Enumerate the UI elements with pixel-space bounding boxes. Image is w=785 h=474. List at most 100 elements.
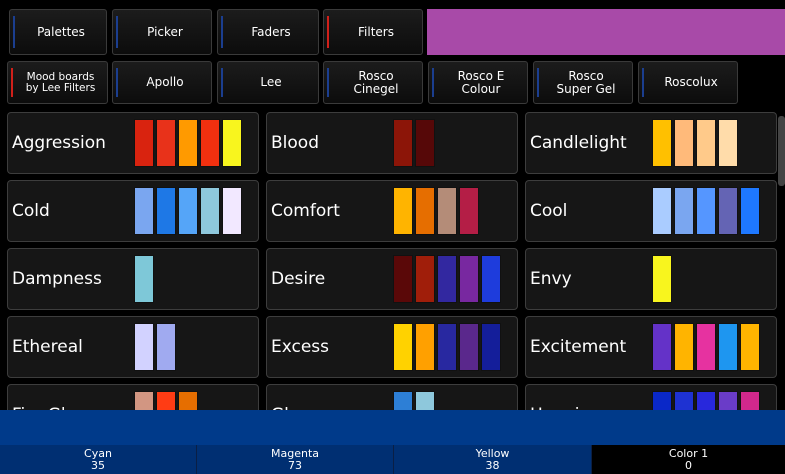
color-swatch: [178, 391, 198, 410]
mood-cell-comfort[interactable]: Comfort: [266, 180, 518, 242]
color-swatch: [740, 391, 760, 410]
tab-indicator: [116, 68, 118, 97]
status-value: 38: [485, 459, 500, 472]
mood-name: Aggression: [12, 133, 106, 153]
mood-cell-desire[interactable]: Desire: [266, 248, 518, 310]
mood-cell-cool[interactable]: Cool: [525, 180, 777, 242]
mood-cell-envy[interactable]: Envy: [525, 248, 777, 310]
tab-label: Palettes: [37, 24, 85, 39]
tab-label: Lee: [260, 75, 282, 89]
grid-scrollbar[interactable]: [778, 116, 785, 186]
color-swatch: [696, 323, 716, 371]
mood-cell-excess[interactable]: Excess: [266, 316, 518, 378]
color-swatch: [415, 187, 435, 235]
filter-tab-apollo[interactable]: Apollo: [112, 61, 212, 104]
color-swatch: [652, 119, 672, 167]
tab-faders[interactable]: Faders: [217, 9, 319, 55]
color-swatch: [222, 119, 242, 167]
mood-cell-candlelight[interactable]: Candlelight: [525, 112, 777, 174]
color-swatch: [393, 391, 413, 410]
color-swatch: [134, 119, 154, 167]
mood-name: Dampness: [12, 269, 102, 289]
color-swatch: [481, 323, 501, 371]
color-swatch: [718, 119, 738, 167]
tab-label: Faders: [251, 24, 291, 39]
color-swatch: [156, 391, 176, 410]
color-swatch: [459, 255, 479, 303]
filter-tab-rosco-e-colour[interactable]: Rosco E Colour: [428, 61, 528, 104]
filter-tab-mood-boards[interactable]: Mood boards by Lee Filters: [7, 61, 108, 104]
mood-name: Blood: [271, 133, 319, 153]
color-swatch: [415, 391, 435, 410]
tab-label: Filters: [358, 24, 394, 39]
color-swatch: [652, 391, 672, 410]
color-swatch: [415, 119, 435, 167]
filter-tab-rosco-super-gel[interactable]: Rosco Super Gel: [533, 61, 633, 104]
color-swatch: [178, 119, 198, 167]
mood-cell-cold[interactable]: Cold: [7, 180, 259, 242]
tab-label: Roscolux: [664, 75, 718, 89]
color-swatch: [459, 187, 479, 235]
mood-cell-aggression[interactable]: Aggression: [7, 112, 259, 174]
color-swatch: [674, 323, 694, 371]
mood-name: Envy: [530, 269, 572, 289]
status-value: 0: [685, 459, 692, 472]
tab-indicator: [327, 68, 329, 97]
color-swatch: [674, 187, 694, 235]
mood-cell-happiness[interactable]: Happiness: [525, 384, 777, 410]
mood-name: Cold: [12, 201, 50, 221]
tab-label: Picker: [147, 24, 183, 39]
tab-indicator: [116, 16, 118, 48]
filter-tab-rosco-cinegel[interactable]: Rosco Cinegel: [323, 61, 423, 104]
status-magenta[interactable]: Magenta 73: [197, 445, 394, 474]
status-color-1[interactable]: Color 1 0: [592, 445, 785, 474]
tab-label: Rosco Cinegel: [353, 68, 399, 96]
color-swatch: [437, 255, 457, 303]
tab-palettes[interactable]: Palettes: [9, 9, 107, 55]
status-cyan[interactable]: Cyan 35: [0, 445, 197, 474]
tab-label: Mood boards by Lee Filters: [25, 70, 96, 94]
color-swatch: [696, 119, 716, 167]
mood-cell-gloom[interactable]: Gloom: [266, 384, 518, 410]
filter-tab-roscolux[interactable]: Roscolux: [638, 61, 738, 104]
color-swatch: [134, 187, 154, 235]
color-swatch: [718, 323, 738, 371]
color-swatch: [437, 323, 457, 371]
tab-picker[interactable]: Picker: [112, 9, 212, 55]
tab-indicator: [432, 68, 434, 97]
color-swatch: [393, 119, 413, 167]
mood-cell-excitement[interactable]: Excitement: [525, 316, 777, 378]
status-yellow[interactable]: Yellow 38: [394, 445, 592, 474]
color-swatch: [393, 323, 413, 371]
mood-cell-fire-glow[interactable]: Fire Glow: [7, 384, 259, 410]
color-swatch: [393, 255, 413, 303]
color-swatch: [740, 187, 760, 235]
mood-cell-ethereal[interactable]: Ethereal: [7, 316, 259, 378]
color-swatch: [674, 391, 694, 410]
status-value: 73: [288, 459, 302, 472]
tab-label: Rosco E Colour: [457, 68, 505, 96]
color-swatch: [222, 187, 242, 235]
mood-cell-blood[interactable]: Blood: [266, 112, 518, 174]
tab-indicator: [221, 16, 223, 48]
mood-name: Candlelight: [530, 133, 627, 153]
color-swatch: [696, 391, 716, 410]
color-swatch: [481, 255, 501, 303]
color-swatch: [134, 391, 154, 410]
color-swatch: [156, 187, 176, 235]
filter-tab-lee[interactable]: Lee: [217, 61, 319, 104]
mood-cell-dampness[interactable]: Dampness: [7, 248, 259, 310]
tab-filters[interactable]: Filters: [323, 9, 423, 55]
color-swatch: [156, 119, 176, 167]
mood-name: Happiness: [530, 385, 618, 410]
color-swatch: [393, 187, 413, 235]
color-swatch: [652, 187, 672, 235]
color-swatch: [459, 323, 479, 371]
mood-name: Gloom: [271, 385, 326, 410]
color-swatch: [740, 323, 760, 371]
status-bar: Cyan 35 Magenta 73 Yellow 38 Color 1 0: [0, 445, 785, 474]
color-swatch: [134, 255, 154, 303]
tab-indicator: [13, 16, 15, 48]
mood-name: Comfort: [271, 201, 340, 221]
mood-name: Excess: [271, 337, 330, 357]
